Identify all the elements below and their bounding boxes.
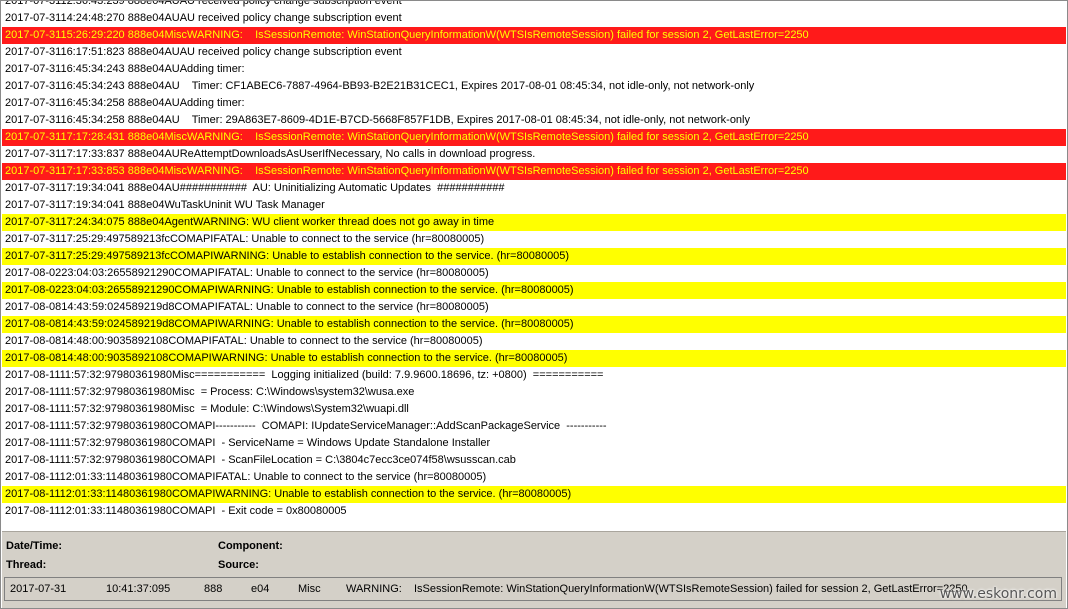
status-tid: e04 bbox=[251, 583, 270, 595]
log-row[interactable]: 2017-08-0814:43:59:024589219d8COMAPIWARN… bbox=[2, 316, 1066, 333]
log-row[interactable]: 2017-07-3114:24:48:270 888e04AUAU receiv… bbox=[2, 10, 1066, 27]
log-row[interactable]: 2017-07-3117:19:34:041 888e04WuTaskUnini… bbox=[2, 197, 1066, 214]
log-row[interactable]: 2017-07-3117:25:29:497589213fcCOMAPIWARN… bbox=[2, 248, 1066, 265]
log-row[interactable]: 2017-08-1111:57:32:97980361980COMAPI - S… bbox=[2, 452, 1066, 469]
log-list[interactable]: 2017-07-3112:36:43:239 888e04AUAU receiv… bbox=[2, 1, 1066, 519]
log-row[interactable]: 2017-07-3116:45:34:243 888e04AUAdding ti… bbox=[2, 61, 1066, 78]
log-row[interactable]: 2017-08-1112:01:33:11480361980COMAPIFATA… bbox=[2, 469, 1066, 486]
status-level: WARNING: bbox=[346, 583, 402, 595]
log-row[interactable]: 2017-07-3117:25:29:497589213fcCOMAPIFATA… bbox=[2, 231, 1066, 248]
log-row[interactable]: 2017-07-3116:17:51:823 888e04AUAU receiv… bbox=[2, 44, 1066, 61]
log-row[interactable]: 2017-07-3115:26:29:220 888e04MiscWARNING… bbox=[2, 27, 1066, 44]
log-row[interactable]: 2017-08-1111:57:32:97980361980Misc = Mod… bbox=[2, 401, 1066, 418]
log-row[interactable]: 2017-07-3117:17:33:837 888e04AUReAttempt… bbox=[2, 146, 1066, 163]
log-row[interactable]: 2017-07-3117:24:34:075 888e04AgentWARNIN… bbox=[2, 214, 1066, 231]
status-date: 2017-07-31 bbox=[10, 583, 67, 595]
log-row[interactable]: 2017-08-1112:01:33:11480361980COMAPI - E… bbox=[2, 503, 1066, 519]
log-row[interactable]: 2017-07-3112:36:43:239 888e04AUAU receiv… bbox=[2, 1, 1066, 10]
status-time: 10:41:37:095 bbox=[106, 583, 171, 595]
log-viewer-window: 2017-07-3112:36:43:239 888e04AUAU receiv… bbox=[0, 0, 1068, 609]
status-message: IsSessionRemote: WinStationQueryInformat… bbox=[414, 583, 968, 595]
log-row[interactable]: 2017-08-0223:04:03:26558921290COMAPIWARN… bbox=[2, 282, 1066, 299]
log-row[interactable]: 2017-08-1111:57:32:97980361980COMAPI - S… bbox=[2, 435, 1066, 452]
log-row[interactable]: 2017-08-0814:48:00:9035892108COMAPIWARNI… bbox=[2, 350, 1066, 367]
log-row[interactable]: 2017-08-1111:57:32:97980361980COMAPI----… bbox=[2, 418, 1066, 435]
log-row[interactable]: 2017-07-3117:17:28:431 888e04MiscWARNING… bbox=[2, 129, 1066, 146]
log-row[interactable]: 2017-08-0814:43:59:024589219d8COMAPIFATA… bbox=[2, 299, 1066, 316]
log-row[interactable]: 2017-07-3116:45:34:258 888e04AUAdding ti… bbox=[2, 95, 1066, 112]
watermark: www.eskonr.com bbox=[939, 586, 1057, 602]
log-row[interactable]: 2017-08-0223:04:03:26558921290COMAPIFATA… bbox=[2, 265, 1066, 282]
datetime-label: Date/Time: bbox=[6, 540, 63, 552]
log-row[interactable]: 2017-08-1112:01:33:11480361980COMAPIWARN… bbox=[2, 486, 1066, 503]
log-row[interactable]: 2017-07-3116:45:34:243 888e04AU Timer: C… bbox=[2, 78, 1066, 95]
thread-label: Thread: bbox=[6, 559, 47, 571]
component-label: Component: bbox=[218, 540, 283, 552]
log-row[interactable]: 2017-07-3117:19:34:041 888e04AU#########… bbox=[2, 180, 1066, 197]
details-pane: Date/Time: Component: Thread: Source: 20… bbox=[2, 531, 1066, 608]
status-component: Misc bbox=[298, 583, 321, 595]
log-row[interactable]: 2017-08-1111:57:32:97980361980Misc======… bbox=[2, 367, 1066, 384]
status-pid: 888 bbox=[204, 583, 223, 595]
log-row[interactable]: 2017-07-3117:17:33:853 888e04MiscWARNING… bbox=[2, 163, 1066, 180]
log-row[interactable]: 2017-08-1111:57:32:97980361980Misc = Pro… bbox=[2, 384, 1066, 401]
log-row[interactable]: 2017-08-0814:48:00:9035892108COMAPIFATAL… bbox=[2, 333, 1066, 350]
status-bar: 2017-07-31 10:41:37:095 888 e04 Misc WAR… bbox=[4, 577, 1062, 601]
source-label: Source: bbox=[218, 559, 259, 571]
log-row[interactable]: 2017-07-3116:45:34:258 888e04AU Timer: 2… bbox=[2, 112, 1066, 129]
